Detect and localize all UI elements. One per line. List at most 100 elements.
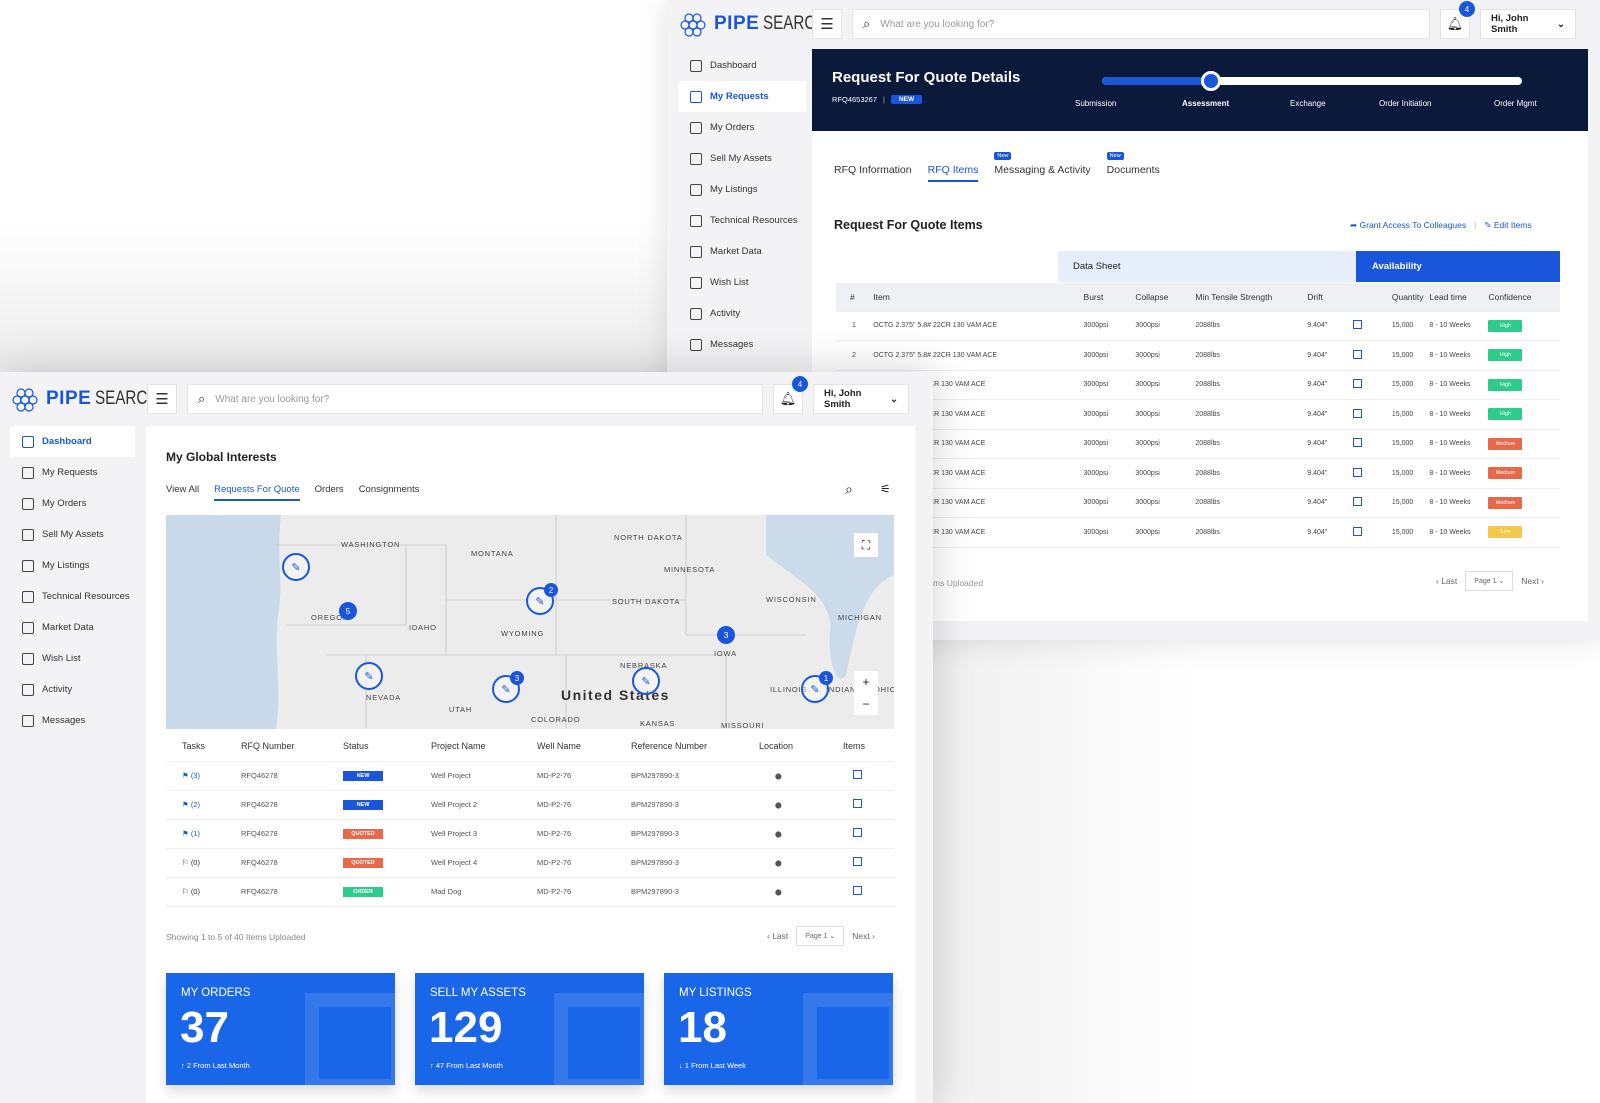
flag-icon[interactable]: ⚑ [182,829,191,838]
table-row[interactable]: ⚑ (2) RFQ46278 NEW Well Project 2 MD-P2-76 BP… [166,790,894,820]
location-pin-icon[interactable]: ⬤ [775,774,782,780]
cell-ref: BPM297890-3 [631,877,759,907]
search-icon[interactable]: ⌕ [845,481,853,498]
sidebar-item-activity[interactable]: Activity [10,674,135,705]
sidebar-item-my-orders[interactable]: My Orders [678,112,806,143]
grant-access-link[interactable]: ➦ Grant Access To Colleagues [1350,220,1466,231]
map-pin[interactable]: ✎ [355,662,383,690]
map-pin[interactable]: ✎ [632,667,660,695]
tab-orders[interactable]: Orders [315,484,344,501]
table-row[interactable]: ⚑ (3) RFQ46278 NEW Well Project MD-P2-76 BPM2… [166,761,894,791]
map-pin[interactable]: ✎ 3 [492,671,524,703]
sidebar-item-dashboard[interactable]: Dashboard [678,50,806,81]
location-pin-icon[interactable]: ⬤ [775,832,782,838]
map-cluster[interactable]: 5 [339,602,357,620]
sheet-icon[interactable] [1352,497,1362,507]
cell-rfq-number: RFQ46278 [241,848,343,878]
location-pin-icon[interactable]: ⬤ [775,890,782,896]
cell-project: Well Project 2 [431,790,537,820]
tab-documents[interactable]: Documents New [1106,152,1160,182]
sidebar-item-my-requests[interactable]: My Requests [678,81,806,112]
rfq-step: Exchange [1290,99,1326,108]
table-row[interactable]: ⚐ (0) RFQ46278 ORDER Mad Dog MD-P2-76 BPM2978… [166,877,894,907]
sheet-icon[interactable] [1352,408,1362,418]
tab-rfq-items[interactable]: RFQ Items [927,164,979,182]
stat-card-my-listings[interactable]: MY LISTINGS 18 ↓ 1 From Last Week [664,973,893,1085]
map-pin[interactable]: ✎ 1 [801,671,833,703]
page-select[interactable]: Page 1 ⌄ [796,926,845,946]
sidebar-item-messages[interactable]: Messages [10,705,135,736]
items-icon[interactable] [853,886,862,895]
flag-icon[interactable]: ⚑ [182,800,191,809]
tab-messaging-activity[interactable]: Messaging & Activity New [994,152,1091,182]
sidebar-item-technical-resources[interactable]: Technical Resources [678,205,806,236]
sheet-icon[interactable] [1352,379,1362,389]
sheet-icon[interactable] [1352,320,1362,330]
pager-last[interactable]: ‹ Last [767,931,788,941]
user-menu[interactable]: Hi, John Smith ⌄ [813,384,909,414]
sidebar-item-dashboard[interactable]: Dashboard [10,426,135,457]
table-row[interactable]: ⚐ (0) RFQ46278 QUOTED Well Project 4 MD-P2-7… [166,848,894,878]
column-header: Confidence [1488,283,1560,312]
menu-button[interactable]: ☰ [812,9,842,39]
map-pin[interactable]: ✎ 2 [526,583,558,615]
sidebar-item-my-requests[interactable]: My Requests [10,457,135,488]
filter-icon[interactable]: ⚟ [880,482,891,496]
map-cluster[interactable]: 3 [717,626,735,644]
search-icon: ⌕ [198,391,206,406]
sidebar-item-activity[interactable]: Activity [678,298,806,329]
map-pin[interactable]: ✎ [282,553,310,581]
tab-rfq-information[interactable]: RFQ Information [834,164,912,182]
items-icon[interactable] [853,828,862,837]
page-select[interactable]: Page 1 ⌄ [1465,571,1514,591]
sidebar-item-wish-list[interactable]: Wish List [678,267,806,298]
sidebar-item-wish-list[interactable]: Wish List [10,643,135,674]
cell-sheet [1352,340,1384,371]
rfq-progress-handle[interactable] [1201,71,1222,91]
sidebar-item-sell-my-assets[interactable]: Sell My Assets [10,519,135,550]
tab-requests-for-quote[interactable]: Requests For Quote [214,484,300,501]
cell-location: ⬤ [759,877,843,907]
location-pin-icon[interactable]: ⬤ [775,861,782,867]
items-icon[interactable] [853,770,862,779]
items-icon[interactable] [853,857,862,866]
notification-button[interactable]: 🔔︎ 4 [1440,1,1475,39]
pager-next[interactable]: Next › [1521,576,1544,586]
sidebar-item-technical-resources[interactable]: Technical Resources [10,581,135,612]
tab-consignments[interactable]: Consignments [359,484,420,501]
sidebar-item-sell-my-assets[interactable]: Sell My Assets [678,143,806,174]
edit-items-link[interactable]: ✎ Edit Items [1484,220,1531,231]
menu-button[interactable]: ☰ [147,384,177,414]
sheet-icon[interactable] [1352,467,1362,477]
stat-card-my-orders[interactable]: MY ORDERS 37 ↑ 2 From Last Month [166,973,395,1085]
location-pin-icon[interactable]: ⬤ [775,803,782,809]
sheet-icon[interactable] [1352,526,1362,536]
user-menu[interactable]: Hi, John Smith ⌄ [1480,9,1576,39]
map[interactable]: WASHINGTON MONTANA NORTH DAKOTA MINNESOTA OR… [166,515,894,729]
pager-next[interactable]: Next › [852,931,875,941]
items-icon[interactable] [853,799,862,808]
column-header: Min Tensile Strength [1195,283,1308,312]
flag-icon[interactable]: ⚑ [182,771,191,780]
sidebar-item-market-data[interactable]: Market Data [10,612,135,643]
sidebar-item-messages[interactable]: Messages [678,329,806,360]
search-input[interactable]: ⌕ What are you looking for? [187,384,763,414]
sidebar-item-my-orders[interactable]: My Orders [10,488,135,519]
sidebar-item-my-listings[interactable]: My Listings [10,550,135,581]
search-input[interactable]: ⌕ What are you looking for? [852,9,1430,39]
stat-card-sell-my-assets[interactable]: SELL MY ASSETS 129 ↑ 47 From Last Month [415,973,644,1085]
tab-view-all[interactable]: View All [166,484,199,501]
sidebar-item-market-data[interactable]: Market Data [678,236,806,267]
pager-last[interactable]: ‹ Last [1436,576,1457,586]
zoom-in-button[interactable]: + [854,671,878,693]
sidebar-item-my-listings[interactable]: My Listings [678,174,806,205]
notification-button[interactable]: 🔔︎ 4 [773,376,808,414]
fullscreen-button[interactable]: ⛶ [854,533,878,557]
table-row[interactable]: ⚑ (1) RFQ46278 QUOTED Well Project 3 MD-P2-7… [166,819,894,849]
bell-icon: 🔔︎ [1446,16,1464,31]
sheet-icon[interactable] [1352,349,1362,359]
flag-icon[interactable]: ⚐ [182,887,191,896]
zoom-out-button[interactable]: − [854,693,878,715]
sheet-icon[interactable] [1352,438,1362,448]
flag-icon[interactable]: ⚐ [182,858,191,867]
